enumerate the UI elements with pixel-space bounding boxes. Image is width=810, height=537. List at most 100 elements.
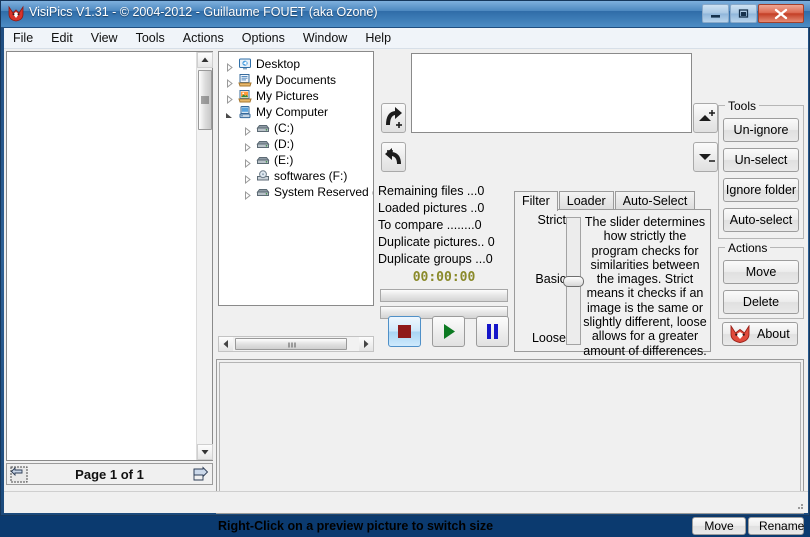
maximize-button[interactable] — [730, 4, 757, 23]
duplicate-list-pane[interactable] — [6, 51, 213, 461]
about-button[interactable]: About — [722, 322, 798, 346]
add-folder-button[interactable] — [381, 103, 406, 133]
chevron-right-icon[interactable] — [243, 124, 252, 137]
auto-select-button[interactable]: Auto-select — [723, 208, 799, 232]
tab-filter[interactable]: Filter — [514, 191, 558, 211]
selected-folders-list[interactable] — [411, 53, 692, 133]
duplicate-list-scrollbar[interactable] — [196, 52, 213, 460]
scroll-grip-icon — [201, 96, 209, 104]
tree-node[interactable]: (D:) — [219, 136, 373, 153]
un-select-button[interactable]: Un-select — [723, 148, 799, 172]
drive-icon — [256, 121, 270, 135]
scroll-right-icon[interactable] — [359, 337, 373, 351]
menu-item-file[interactable]: File — [4, 28, 42, 48]
chevron-right-icon[interactable] — [243, 172, 252, 185]
title-bar: VisiPics V1.31 - © 2004-2012 - Guillaume… — [1, 1, 810, 27]
tree-node[interactable]: (C:) — [219, 120, 373, 137]
scroll-up-icon[interactable] — [197, 52, 213, 68]
menu-item-view[interactable]: View — [82, 28, 127, 48]
menu-item-tools[interactable]: Tools — [127, 28, 174, 48]
tree-node-label: My Computer — [256, 105, 329, 119]
stat-remaining-files: Remaining files ...0 — [378, 184, 485, 198]
menu-item-edit[interactable]: Edit — [42, 28, 82, 48]
chevron-right-icon[interactable] — [243, 188, 252, 201]
close-button[interactable] — [758, 4, 804, 23]
tree-node-label: Desktop — [256, 57, 301, 71]
about-button-label: About — [757, 327, 790, 341]
menu-item-options[interactable]: Options — [233, 28, 294, 48]
chevron-right-icon[interactable] — [225, 92, 234, 105]
pause-button[interactable] — [476, 316, 509, 347]
menu-item-actions[interactable]: Actions — [174, 28, 233, 48]
tab-strip: Filter Loader Auto-Select — [514, 191, 696, 211]
drive-icon — [256, 185, 270, 199]
tree-node-label: My Documents — [256, 73, 337, 87]
stat-to-compare: To compare ........0 — [378, 218, 482, 232]
slider-label-loose: Loose — [531, 331, 566, 345]
tree-node[interactable]: softwares (F:) — [219, 168, 373, 185]
tree-node[interactable]: My Documents — [219, 72, 373, 89]
menu-bar: File Edit View Tools Actions Options Win… — [4, 28, 808, 49]
strictness-slider[interactable]: Strict Basic Loose — [518, 213, 584, 346]
ignore-folder-button[interactable]: Ignore folder — [723, 178, 799, 202]
scan-statistics: Remaining files ...0 Loaded pictures ..0… — [378, 183, 510, 353]
un-ignore-button[interactable]: Un-ignore — [723, 118, 799, 142]
chevron-right-icon[interactable] — [243, 156, 252, 169]
transport-controls — [378, 316, 510, 350]
actions-group-label: Actions — [725, 241, 771, 255]
delete-button[interactable]: Delete — [723, 290, 799, 314]
chevron-right-icon[interactable] — [225, 76, 234, 89]
slider-label-basic: Basic — [535, 272, 566, 286]
tree-node-label: System Reserved (I — [274, 185, 374, 199]
remove-folder-button[interactable] — [381, 142, 406, 172]
client-area: Page 1 of 1 Desktop My Documents My Pictur… — [4, 49, 808, 535]
stat-duplicate-pictures: Duplicate pictures.. 0 — [378, 235, 495, 249]
scroll-left-icon[interactable] — [219, 337, 233, 351]
status-rename-button[interactable]: Rename — [748, 517, 804, 535]
start-button[interactable] — [432, 316, 465, 347]
stat-loaded-pictures: Loaded pictures ..0 — [378, 201, 485, 215]
stop-button[interactable] — [388, 316, 421, 347]
stat-duplicate-groups: Duplicate groups ...0 — [378, 252, 493, 266]
status-hint-row: Right-Click on a preview picture to swit… — [216, 517, 804, 537]
tree-node[interactable]: System Reserved (I — [219, 184, 374, 201]
folder-tree-hscrollbar[interactable] — [218, 336, 374, 352]
documents-icon — [238, 73, 252, 87]
hscroll-thumb[interactable] — [235, 338, 347, 350]
progress-bar-primary — [380, 289, 508, 302]
actions-group: Actions Move Delete — [718, 241, 804, 319]
filter-tab-panel: Filter Loader Auto-Select Strict Basic L… — [514, 191, 711, 358]
move-folder-up-button[interactable] — [693, 103, 718, 133]
fox-icon — [729, 324, 751, 351]
page-next-icon[interactable] — [191, 466, 209, 483]
tree-node-label: (E:) — [274, 153, 294, 167]
filter-description: The slider determines how strictly the p… — [583, 215, 707, 358]
tree-node[interactable]: My Pictures — [219, 88, 373, 105]
chevron-right-icon[interactable] — [243, 140, 252, 153]
computer-icon — [238, 105, 252, 119]
slider-label-strict: Strict — [537, 213, 566, 227]
minimize-button[interactable] — [702, 4, 729, 23]
page-indicator: Page 1 of 1 — [75, 467, 144, 482]
folder-tree[interactable]: Desktop My Documents My Pictures My Compute… — [218, 51, 374, 306]
preview-inner-frame — [219, 362, 801, 511]
scroll-thumb[interactable] — [198, 70, 212, 130]
tools-group: Tools Un-ignore Un-select Ignore folder … — [718, 99, 804, 239]
tab-loader[interactable]: Loader — [558, 191, 614, 210]
tree-node[interactable]: Desktop — [219, 56, 373, 73]
move-button[interactable]: Move — [723, 260, 799, 284]
chevron-right-icon[interactable] — [225, 60, 234, 73]
scroll-down-icon[interactable] — [197, 444, 213, 460]
tree-node[interactable]: My Computer — [219, 104, 373, 120]
tree-node-label: (C:) — [274, 121, 294, 135]
menu-item-window[interactable]: Window — [294, 28, 356, 48]
menu-item-help[interactable]: Help — [356, 28, 400, 48]
move-folder-down-button[interactable] — [693, 142, 718, 172]
tree-node[interactable]: (E:) — [219, 152, 373, 169]
chevron-down-icon[interactable] — [225, 108, 234, 118]
status-move-button[interactable]: Move — [692, 517, 746, 535]
tree-node-label: (D:) — [274, 137, 294, 151]
resize-grip-icon[interactable] — [793, 499, 805, 511]
tree-node-label: My Pictures — [256, 89, 319, 103]
tab-auto-select[interactable]: Auto-Select — [614, 191, 696, 210]
